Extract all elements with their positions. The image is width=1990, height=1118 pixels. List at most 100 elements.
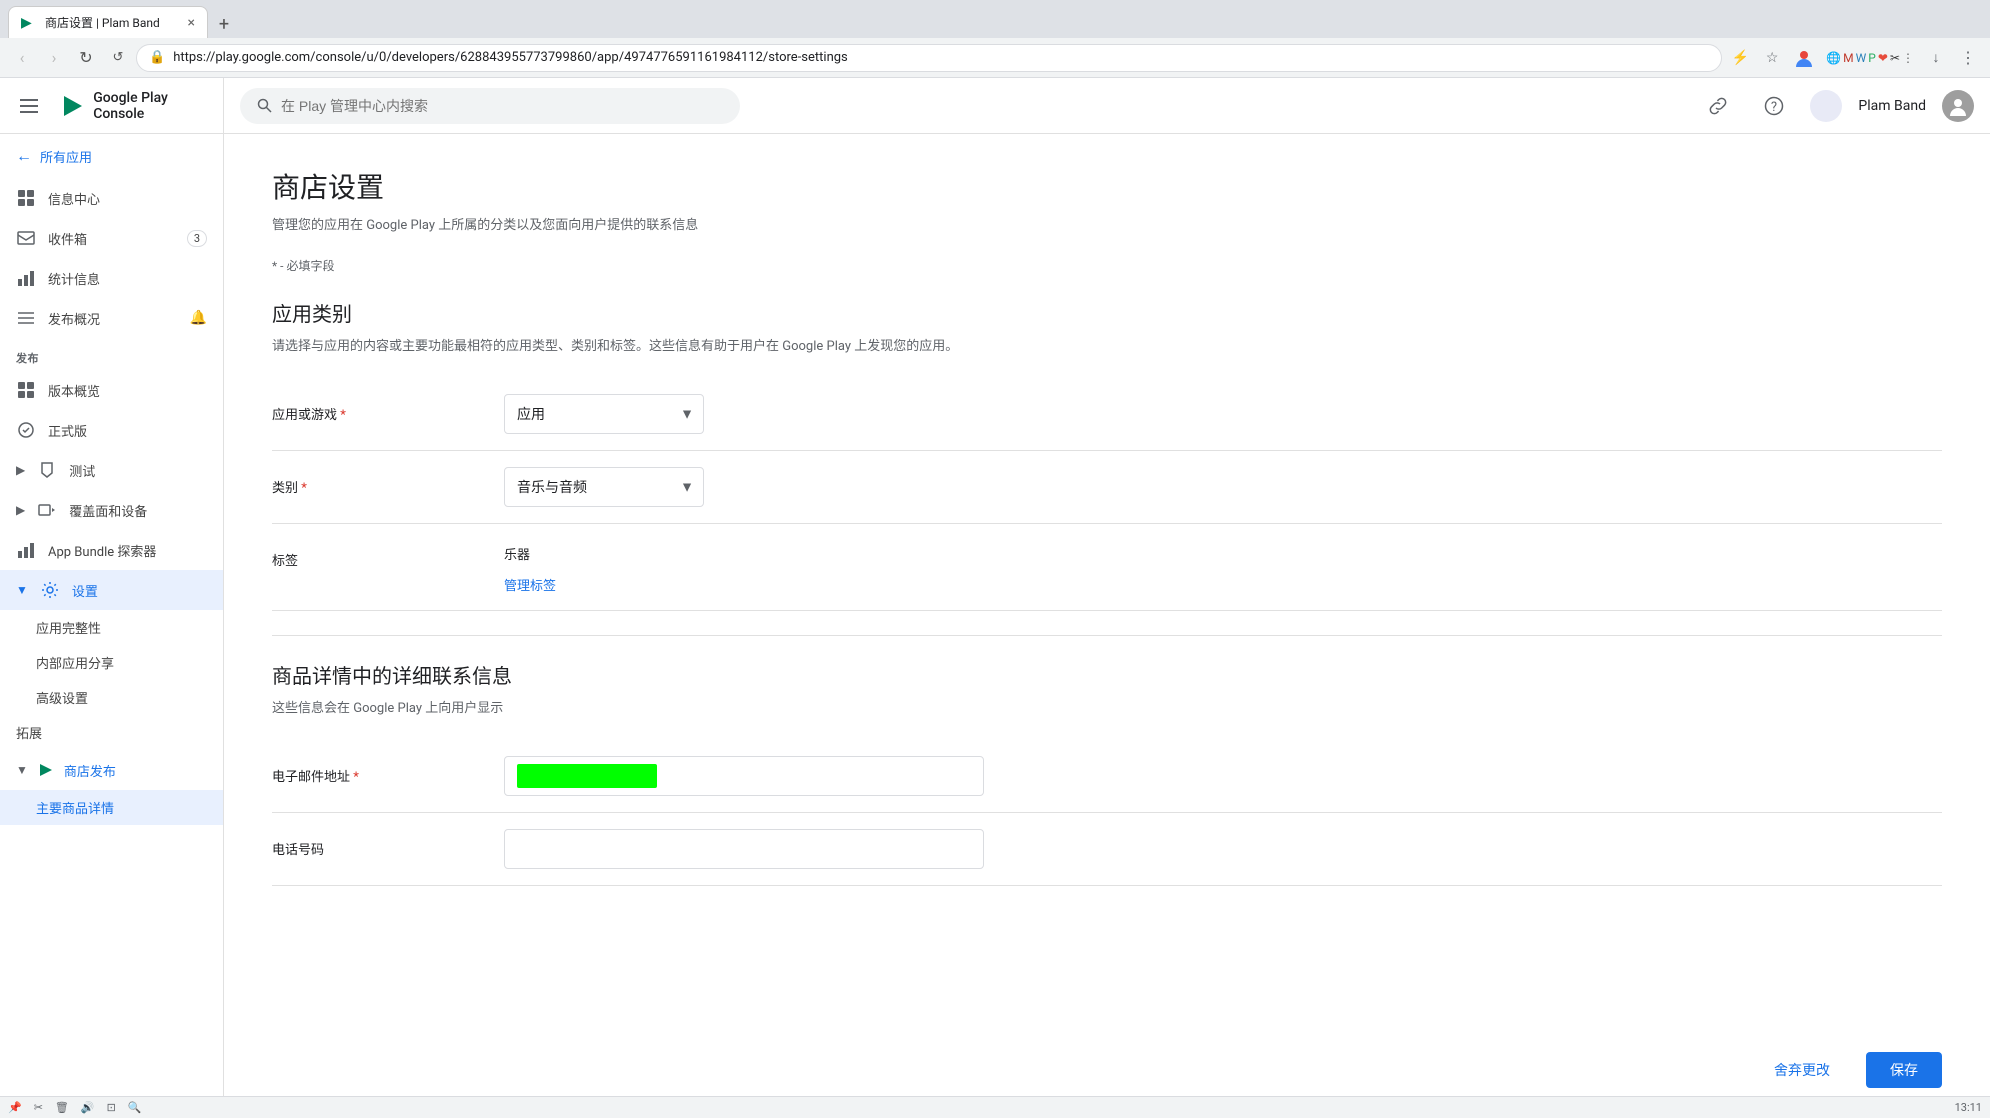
app-category-section-desc: 请选择与应用的内容或主要功能最相符的应用类型、类别和标签。这些信息有助于用户在 … <box>272 335 1942 354</box>
tag-value: 乐器 <box>504 540 1942 567</box>
ext-icon-3[interactable]: W <box>1856 51 1867 65</box>
category-select-wrapper: 音乐与音频 工具 效率 娱乐 通讯 ▼ <box>504 467 704 507</box>
new-tab-button[interactable]: + <box>210 10 238 38</box>
status-volume-icon[interactable]: 🔊 <box>81 1101 95 1114</box>
email-label: 电子邮件地址 <box>272 756 472 785</box>
sidebar-item-inbox[interactable]: 收件箱 3 <box>0 218 223 258</box>
sidebar-item-advanced-settings[interactable]: 高级设置 <box>0 680 223 715</box>
sidebar-item-settings[interactable]: ▼ 设置 <box>0 570 223 610</box>
required-note: * - 必填字段 <box>272 257 1942 274</box>
email-filled-indicator <box>517 764 657 788</box>
contact-section-desc: 这些信息会在 Google Play 上向用户显示 <box>272 697 1942 716</box>
reload-button[interactable]: ↻ <box>72 44 100 72</box>
back-to-all-apps[interactable]: ← 所有应用 <box>0 134 223 178</box>
tag-label: 标签 <box>272 540 472 569</box>
sidebar-item-test[interactable]: ▶ 测试 <box>0 450 223 490</box>
status-bar: 📌 ✂ 🗑 🔊 ⊡ 🔍 13:11 <box>0 1096 1990 1118</box>
user-name: Plam Band <box>1858 98 1926 114</box>
bookmark-button[interactable]: ☆ <box>1758 44 1786 72</box>
ext-icon-5[interactable]: ❤ <box>1878 51 1888 65</box>
address-bar[interactable]: 🔒 https://play.google.com/console/u/0/de… <box>136 44 1722 72</box>
sidebar-item-app-integrity[interactable]: 应用完整性 <box>0 610 223 645</box>
contact-section-title: 商品详情中的详细联系信息 <box>272 660 1942 689</box>
browser-tab[interactable]: ▶ 商店设置 | Plam Band × <box>8 6 208 38</box>
ext-icon-4[interactable]: P <box>1868 51 1876 65</box>
hamburger-button[interactable] <box>12 86 45 126</box>
tab-close-button[interactable]: × <box>188 16 195 30</box>
ext-icon-6[interactable]: ✂ <box>1890 51 1900 65</box>
menu-button[interactable]: ⋮ <box>1954 44 1982 72</box>
sidebar-item-internal-share[interactable]: 内部应用分享 <box>0 645 223 680</box>
link-button[interactable] <box>1698 86 1738 126</box>
ext-icon-2[interactable]: M <box>1843 51 1853 65</box>
help-button[interactable]: ? <box>1754 86 1794 126</box>
category-field: 音乐与音频 工具 效率 娱乐 通讯 ▼ <box>504 467 1942 507</box>
forward-button[interactable]: › <box>40 44 68 72</box>
category-select[interactable]: 音乐与音频 工具 效率 娱乐 通讯 <box>504 467 704 507</box>
search-icon <box>257 98 273 114</box>
footer-actions: 舍弃更改 保存 <box>1750 1052 1942 1088</box>
ext-icon-7[interactable]: ⋮ <box>1902 51 1914 65</box>
app-bundle-label: App Bundle 探索器 <box>48 541 207 560</box>
inbox-label: 收件箱 <box>48 229 175 248</box>
email-input-wrapper <box>504 756 984 796</box>
app-or-game-label: 应用或游戏 <box>272 394 472 423</box>
sidebar-header: Google Play Console <box>0 78 223 134</box>
store-publish-icon <box>36 760 56 780</box>
app-or-game-select[interactable]: 应用 游戏 <box>504 394 704 434</box>
discard-button[interactable]: 舍弃更改 <box>1750 1052 1854 1088</box>
back-button[interactable]: ‹ <box>8 44 36 72</box>
sidebar-item-publish-overview[interactable]: 发布概况 🔔 <box>0 298 223 338</box>
email-row: 电子邮件地址 <box>272 740 1942 813</box>
app-or-game-row: 应用或游戏 应用 游戏 ▼ <box>272 378 1942 451</box>
notification-icon: 🔔 <box>190 310 207 326</box>
inbox-icon <box>16 228 36 248</box>
sidebar-item-info-center[interactable]: 信息中心 <box>0 178 223 218</box>
svg-text:?: ? <box>1771 100 1777 115</box>
section-divider <box>272 635 1942 636</box>
sidebar-item-screen-devices[interactable]: ▶ 覆盖面和设备 <box>0 490 223 530</box>
info-center-icon <box>16 188 36 208</box>
app-logo: Google Play Console <box>61 90 195 122</box>
official-label: 正式版 <box>48 421 207 440</box>
sidebar-item-app-bundle[interactable]: App Bundle 探索器 <box>0 530 223 570</box>
screen-devices-icon <box>37 500 57 520</box>
user-avatar[interactable] <box>1942 90 1974 122</box>
store-publish-group[interactable]: ▼ 商店发布 <box>0 750 223 790</box>
search-bar[interactable] <box>240 88 740 124</box>
settings-label: 设置 <box>72 581 207 600</box>
phone-input[interactable] <box>504 829 984 869</box>
category-row: 类别 音乐与音频 工具 效率 娱乐 通讯 ▼ <box>272 451 1942 524</box>
sidebar-item-version-overview[interactable]: 版本概览 <box>0 370 223 410</box>
app-or-game-field: 应用 游戏 ▼ <box>504 394 1942 434</box>
ext-icon-1[interactable]: 🌐 <box>1826 51 1841 65</box>
sidebar-item-stats[interactable]: 统计信息 <box>0 258 223 298</box>
download-button[interactable]: ↓ <box>1922 44 1950 72</box>
page-title: 商店设置 <box>272 166 1942 206</box>
phone-label: 电话号码 <box>272 829 472 858</box>
profile-button[interactable] <box>1790 44 1818 72</box>
sidebar-item-official[interactable]: 正式版 <box>0 410 223 450</box>
save-button[interactable]: 保存 <box>1866 1052 1942 1088</box>
page-description: 管理您的应用在 Google Play 上所属的分类以及您面向用户提供的联系信息 <box>272 214 1942 233</box>
manage-tags-link[interactable]: 管理标签 <box>504 575 1942 594</box>
advanced-settings-label: 高级设置 <box>36 688 88 707</box>
app-integrity-label: 应用完整性 <box>36 618 101 637</box>
screen-devices-expand-icon: ▶ <box>16 503 25 517</box>
status-screen-icon[interactable]: ⊡ <box>107 1101 116 1114</box>
settings-icon <box>40 580 60 600</box>
history-button[interactable]: ↺ <box>104 44 132 72</box>
sidebar: Google Play Console ← 所有应用 信息中心 <box>0 78 224 1118</box>
top-header: ? Plam Band <box>224 78 1990 134</box>
extension-area: 🌐 M W P ❤ ✂ ⋮ <box>1822 51 1918 65</box>
status-pin-icon[interactable]: 📌 <box>8 1101 22 1114</box>
status-zoom-icon[interactable]: 🔍 <box>128 1101 142 1114</box>
app-logo-text: Google Play Console <box>93 90 195 122</box>
tab-favicon: ▶ <box>21 15 37 31</box>
status-cut-icon[interactable]: ✂ <box>34 1101 43 1114</box>
sidebar-item-main-product[interactable]: 主要商品详情 <box>0 790 223 825</box>
internal-share-label: 内部应用分享 <box>36 653 114 672</box>
search-input[interactable] <box>281 98 723 114</box>
version-overview-icon <box>16 380 36 400</box>
status-delete-icon[interactable]: 🗑 <box>55 1101 69 1114</box>
